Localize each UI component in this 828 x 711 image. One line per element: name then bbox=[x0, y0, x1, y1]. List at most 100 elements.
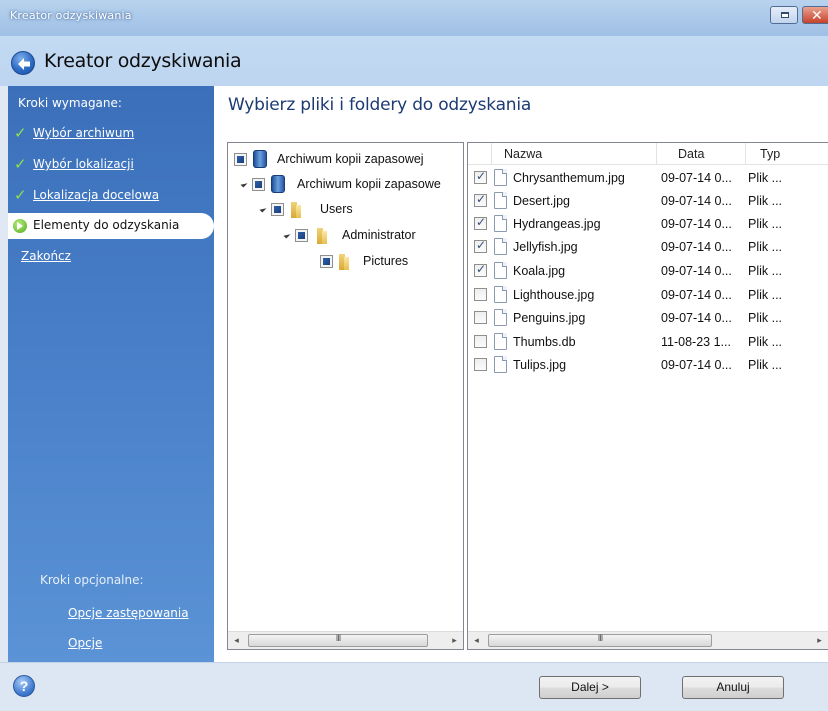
file-checkbox[interactable] bbox=[474, 311, 487, 324]
file-date: 09-07-14 0... bbox=[661, 264, 732, 278]
sidebar-item-options[interactable]: Opcje bbox=[68, 636, 102, 650]
sidebar-item-overwrite-options[interactable]: Opcje zastępowania bbox=[68, 606, 189, 620]
list-horizontal-scrollbar[interactable]: ◂ III ▸ bbox=[468, 631, 828, 649]
file-name: Chrysanthemum.jpg bbox=[513, 171, 625, 185]
optional-steps-heading: Kroki opcjonalne: bbox=[40, 573, 144, 587]
file-date: 09-07-14 0... bbox=[661, 240, 732, 254]
file-icon bbox=[494, 356, 507, 373]
column-header-name[interactable]: Nazwa bbox=[492, 143, 657, 165]
file-list[interactable]: Nazwa Data Typ Chrysanthemum.jpg 09-07-1… bbox=[467, 142, 828, 650]
file-icon bbox=[494, 262, 507, 279]
file-date: 09-07-14 0... bbox=[661, 194, 732, 208]
table-row[interactable]: Thumbs.db 11-08-23 1... Plik ... bbox=[468, 331, 828, 354]
sidebar-item-archive-selection[interactable]: ✓ Wybór archiwum bbox=[8, 121, 214, 147]
tree-node-label: Users bbox=[320, 202, 353, 216]
expand-triangle-icon[interactable] bbox=[240, 180, 248, 188]
file-name: Lighthouse.jpg bbox=[513, 288, 595, 302]
list-header: Nazwa Data Typ bbox=[468, 143, 828, 165]
table-row[interactable]: Koala.jpg 09-07-14 0... Plik ... bbox=[468, 260, 828, 283]
required-steps-heading: Kroki wymagane: bbox=[18, 96, 122, 110]
table-row[interactable]: Hydrangeas.jpg 09-07-14 0... Plik ... bbox=[468, 213, 828, 236]
scroll-left-arrow-icon[interactable]: ◂ bbox=[468, 632, 485, 649]
file-type: Plik ... bbox=[748, 217, 783, 231]
help-icon[interactable]: ? bbox=[13, 675, 35, 697]
sidebar-item-label[interactable]: Wybór lokalizacji bbox=[33, 157, 134, 171]
close-button[interactable]: ✕ bbox=[802, 6, 828, 24]
file-checkbox[interactable] bbox=[474, 358, 487, 371]
expand-triangle-icon[interactable] bbox=[283, 231, 291, 239]
tree-checkbox[interactable] bbox=[252, 178, 265, 191]
minimize-button[interactable] bbox=[770, 6, 798, 24]
column-header-date[interactable]: Data bbox=[657, 143, 746, 165]
tree-node-label: Administrator bbox=[342, 228, 416, 242]
checkmark-icon: ✓ bbox=[14, 187, 27, 204]
grip-icon: III bbox=[597, 633, 603, 643]
scroll-right-arrow-icon[interactable]: ▸ bbox=[446, 632, 463, 649]
file-icon bbox=[494, 286, 507, 303]
table-row[interactable]: Chrysanthemum.jpg 09-07-14 0... Plik ... bbox=[468, 167, 828, 190]
cancel-button[interactable]: Anuluj bbox=[682, 676, 784, 699]
minimize-icon bbox=[781, 12, 789, 18]
file-icon bbox=[494, 333, 507, 350]
file-checkbox[interactable] bbox=[474, 288, 487, 301]
tree-checkbox[interactable] bbox=[234, 153, 247, 166]
scroll-thumb[interactable]: III bbox=[488, 633, 712, 647]
back-button[interactable] bbox=[11, 51, 35, 75]
next-button[interactable]: Dalej > bbox=[539, 676, 641, 699]
tree-checkbox[interactable] bbox=[271, 203, 284, 216]
database-icon bbox=[271, 175, 285, 193]
file-name: Tulips.jpg bbox=[513, 358, 567, 372]
file-type: Plik ... bbox=[748, 358, 783, 372]
wizard-title: Kreator odzyskiwania bbox=[44, 50, 242, 72]
folder-icon bbox=[291, 202, 301, 218]
tree-node-label: Archiwum kopii zapasowe bbox=[297, 177, 441, 191]
file-date: 09-07-14 0... bbox=[661, 358, 732, 372]
file-checkbox[interactable] bbox=[474, 192, 487, 207]
folder-icon bbox=[317, 228, 327, 244]
sidebar-item-label[interactable]: Zakończ bbox=[21, 249, 71, 263]
file-name: Thumbs.db bbox=[513, 335, 576, 349]
expand-triangle-icon[interactable] bbox=[259, 205, 267, 213]
file-name: Koala.jpg bbox=[513, 264, 566, 278]
tree-node-label: Pictures bbox=[363, 254, 409, 268]
table-row[interactable]: Penguins.jpg 09-07-14 0... Plik ... bbox=[468, 307, 828, 330]
table-row[interactable]: Lighthouse.jpg 09-07-14 0... Plik ... bbox=[468, 284, 828, 307]
file-icon bbox=[494, 238, 507, 255]
file-type: Plik ... bbox=[748, 311, 783, 325]
sidebar-item-label[interactable]: Wybór archiwum bbox=[33, 126, 134, 140]
folder-tree[interactable]: Archiwum kopii zapasowej Archiwum kopii … bbox=[227, 142, 464, 650]
file-checkbox[interactable] bbox=[474, 169, 487, 184]
file-name: Jellyfish.jpg bbox=[513, 240, 578, 254]
table-row[interactable]: Jellyfish.jpg 09-07-14 0... Plik ... bbox=[468, 236, 828, 259]
file-checkbox[interactable] bbox=[474, 335, 487, 348]
sidebar-item-label[interactable]: Lokalizacja docelowa bbox=[33, 188, 159, 202]
scroll-right-arrow-icon[interactable]: ▸ bbox=[811, 632, 828, 649]
file-date: 09-07-14 0... bbox=[661, 288, 732, 302]
sidebar-item-items-to-recover[interactable]: Elementy do odzyskania bbox=[8, 213, 214, 239]
tree-checkbox[interactable] bbox=[320, 255, 333, 268]
file-name: Hydrangeas.jpg bbox=[513, 217, 601, 231]
folder-icon bbox=[339, 254, 349, 270]
table-row[interactable]: Tulips.jpg 09-07-14 0... Plik ... bbox=[468, 354, 828, 377]
sidebar-item-finish[interactable]: Zakończ bbox=[8, 244, 214, 270]
main-panel: Wybierz pliki i foldery do odzyskania Ar… bbox=[214, 86, 828, 662]
table-row[interactable]: Desert.jpg 09-07-14 0... Plik ... bbox=[468, 190, 828, 213]
file-date: 09-07-14 0... bbox=[661, 171, 732, 185]
column-header-type[interactable]: Typ bbox=[746, 143, 828, 165]
file-checkbox[interactable] bbox=[474, 238, 487, 253]
tree-horizontal-scrollbar[interactable]: ◂ III ▸ bbox=[228, 631, 463, 649]
file-checkbox[interactable] bbox=[474, 262, 487, 277]
footer: ? Dalej > Anuluj bbox=[0, 662, 828, 711]
file-type: Plik ... bbox=[748, 171, 783, 185]
grip-icon: III bbox=[335, 633, 341, 643]
tree-checkbox[interactable] bbox=[295, 229, 308, 242]
file-type: Plik ... bbox=[748, 194, 783, 208]
file-checkbox[interactable] bbox=[474, 215, 487, 230]
scroll-left-arrow-icon[interactable]: ◂ bbox=[228, 632, 245, 649]
scroll-thumb[interactable]: III bbox=[248, 633, 428, 647]
sidebar-item-location-selection[interactable]: ✓ Wybór lokalizacji bbox=[8, 152, 214, 178]
current-step-arrow-icon bbox=[13, 219, 27, 233]
sidebar-item-destination[interactable]: ✓ Lokalizacja docelowa bbox=[8, 183, 214, 209]
tree-node-label: Archiwum kopii zapasowej bbox=[277, 152, 424, 166]
header-checkbox-column bbox=[468, 143, 492, 165]
